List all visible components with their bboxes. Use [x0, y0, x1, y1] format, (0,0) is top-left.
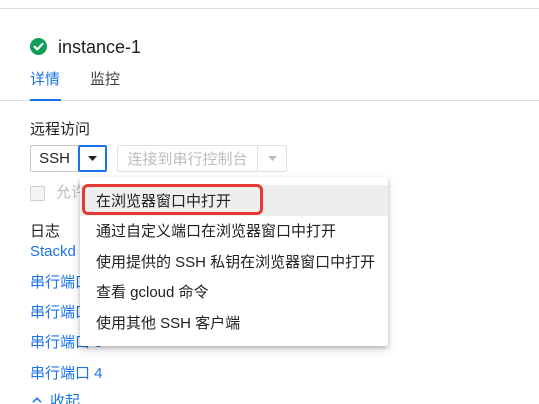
collapse-label: 收起 — [50, 393, 81, 404]
stackdriver-link[interactable]: Stackd — [30, 242, 76, 262]
ssh-dropdown-button[interactable] — [78, 145, 107, 172]
active-tab-indicator — [30, 99, 61, 101]
chevron-up-icon — [32, 397, 42, 403]
menu-item-open-custom-port[interactable]: 通过自定义端口在浏览器窗口中打开 — [80, 216, 388, 247]
ssh-button-label: SSH — [39, 150, 70, 167]
triangle-down-icon — [88, 156, 97, 161]
top-divider — [0, 8, 539, 9]
instance-title: instance-1 — [58, 37, 142, 57]
menu-item-open-in-browser[interactable]: 在浏览器窗口中打开 — [80, 185, 388, 216]
check-circle-icon — [30, 38, 47, 55]
ssh-button[interactable]: SSH — [30, 145, 79, 172]
tab-details[interactable]: 详情 — [30, 70, 60, 90]
triangle-down-icon — [267, 156, 277, 161]
serial-console-button-label: 连接到串行控制台 — [127, 151, 248, 168]
menu-item-other-ssh-client[interactable]: 使用其他 SSH 客户端 — [80, 307, 388, 338]
remote-access-label: 远程访问 — [30, 121, 91, 138]
serial-console-button[interactable]: 连接到串行控制台 — [117, 145, 258, 172]
logs-label: 日志 — [30, 223, 61, 240]
serial-console-dropdown-button[interactable] — [257, 145, 287, 172]
tab-monitoring[interactable]: 监控 — [90, 70, 120, 90]
serial-port-checkbox[interactable] — [30, 186, 45, 201]
menu-item-open-private-key[interactable]: 使用提供的 SSH 私钥在浏览器窗口中打开 — [80, 246, 388, 277]
collapse-link[interactable]: 收起 — [30, 392, 100, 404]
ssh-options-menu: 在浏览器窗口中打开 通过自定义端口在浏览器窗口中打开 使用提供的 SSH 私钥在… — [80, 177, 388, 346]
tab-divider — [0, 100, 539, 101]
menu-item-view-gcloud-command[interactable]: 查看 gcloud 命令 — [80, 277, 388, 308]
serial-port-4-link[interactable]: 串行端口 4 — [30, 364, 103, 384]
